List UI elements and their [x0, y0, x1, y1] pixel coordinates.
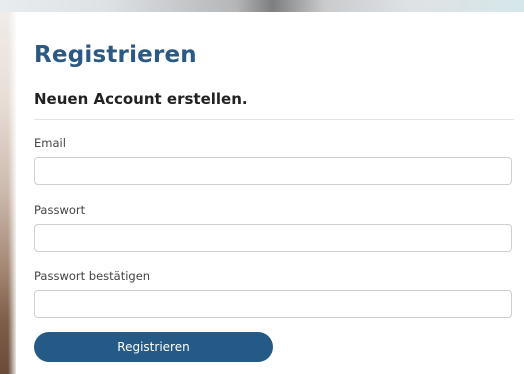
password-label: Passwort: [34, 203, 86, 217]
email-field[interactable]: [34, 157, 512, 185]
register-button[interactable]: Registrieren: [34, 332, 273, 362]
divider: [34, 119, 514, 120]
page-title: Registrieren: [34, 42, 197, 68]
background-photo-edge: [0, 12, 16, 374]
confirm-password-field[interactable]: [34, 290, 512, 318]
password-field[interactable]: [34, 224, 512, 252]
header-background-strip: [0, 0, 524, 12]
page-subtitle: Neuen Account erstellen.: [34, 90, 248, 108]
email-label: Email: [34, 136, 66, 150]
confirm-password-label: Passwort bestätigen: [34, 269, 151, 283]
registration-page: Registrieren Neuen Account erstellen. Em…: [0, 0, 524, 374]
